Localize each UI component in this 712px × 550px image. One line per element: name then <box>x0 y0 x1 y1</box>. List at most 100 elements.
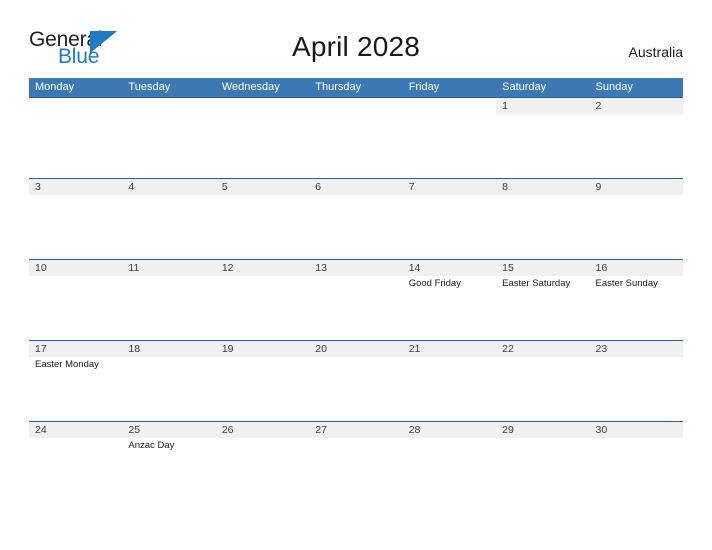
day-number: 21 <box>408 343 421 355</box>
day-number: 8 <box>502 181 508 193</box>
day-band <box>496 179 590 195</box>
day-cell[interactable]: 21 <box>402 341 497 421</box>
day-number: 16 <box>595 262 608 274</box>
day-band <box>215 179 310 195</box>
weekday-tuesday: Tuesday <box>128 81 171 93</box>
day-cell[interactable]: 22 <box>496 341 590 421</box>
day-band <box>29 98 122 114</box>
day-number: 19 <box>221 343 234 355</box>
day-cell[interactable]: 24 <box>29 422 123 502</box>
day-band <box>122 98 215 114</box>
day-number: 14 <box>408 262 421 274</box>
day-cell[interactable]: 12 <box>215 260 310 340</box>
day-cell[interactable]: 25 Anzac Day <box>122 422 216 502</box>
day-event: Easter Sunday <box>595 278 658 289</box>
day-cell[interactable]: 14 Good Friday <box>402 260 497 340</box>
day-band <box>589 179 683 195</box>
calendar-grid: Monday Tuesday Wednesday Thursday Friday… <box>29 78 683 502</box>
week-row: 17 Easter Monday 18 19 20 21 22 23 <box>29 340 683 421</box>
day-cell[interactable]: 17 Easter Monday <box>29 341 123 421</box>
day-cell[interactable]: 16 Easter Sunday <box>589 260 683 340</box>
day-cell[interactable]: 30 <box>589 422 683 502</box>
day-number: 1 <box>502 100 508 112</box>
week-row: 24 25 Anzac Day 26 27 28 29 30 <box>29 421 683 502</box>
day-band <box>403 98 496 114</box>
weekday-sunday: Sunday <box>595 81 633 93</box>
day-cell[interactable]: 23 <box>589 341 683 421</box>
day-event: Easter Monday <box>35 359 99 370</box>
day-number: 28 <box>408 424 421 436</box>
day-cell[interactable]: 19 <box>215 341 310 421</box>
day-number: 2 <box>595 100 602 112</box>
day-number: 29 <box>502 424 514 436</box>
day-number: 17 <box>35 343 47 355</box>
day-number: 20 <box>315 343 327 355</box>
weekday-wednesday: Wednesday <box>221 81 280 93</box>
day-band <box>496 98 590 114</box>
week-row: 3 4 5 6 7 8 9 <box>29 178 683 259</box>
weekday-monday: Monday <box>35 81 75 93</box>
day-band <box>309 98 402 114</box>
day-cell[interactable]: 13 <box>309 260 403 340</box>
week-row: 10 11 12 13 14 Good Friday 15 Easter Sat… <box>29 259 683 340</box>
weekday-saturday: Saturday <box>502 81 547 93</box>
day-number: 7 <box>408 181 415 193</box>
day-number: 15 <box>502 262 514 274</box>
day-cell[interactable]: 15 Easter Saturday <box>496 260 590 340</box>
day-cell[interactable]: 5 <box>215 179 310 259</box>
day-number: 25 <box>128 424 141 436</box>
day-band <box>589 98 683 114</box>
day-cell[interactable]: 6 <box>309 179 403 259</box>
day-cell[interactable]: 29 <box>496 422 590 502</box>
day-cell[interactable]: 7 <box>402 179 497 259</box>
day-cell[interactable]: 27 <box>309 422 403 502</box>
country-label: Australia <box>628 44 683 60</box>
page-header: General Blue April 2028 Australia <box>0 0 712 78</box>
day-cell[interactable]: 11 <box>122 260 216 340</box>
day-band <box>402 179 497 195</box>
day-band <box>309 179 403 195</box>
day-event: Anzac Day <box>128 440 175 451</box>
day-cell[interactable] <box>216 98 309 178</box>
day-number: 18 <box>128 343 141 355</box>
day-number: 13 <box>315 262 327 274</box>
day-band <box>29 179 123 195</box>
day-number: 9 <box>595 181 602 193</box>
day-number: 26 <box>221 424 234 436</box>
day-number: 5 <box>221 181 228 193</box>
day-number: 27 <box>315 424 327 436</box>
day-number: 4 <box>128 181 135 193</box>
calendar-page: General Blue April 2028 Australia Monday… <box>0 0 712 550</box>
day-cell[interactable]: 9 <box>589 179 683 259</box>
day-number: 10 <box>35 262 47 274</box>
day-cell[interactable]: 20 <box>309 341 403 421</box>
day-number: 12 <box>221 262 234 274</box>
day-cell[interactable]: 2 <box>589 98 683 178</box>
day-cell[interactable]: 18 <box>122 341 216 421</box>
day-cell[interactable]: 28 <box>402 422 497 502</box>
day-cell[interactable] <box>122 98 215 178</box>
day-event: Easter Saturday <box>502 278 571 289</box>
day-cell[interactable]: 3 <box>29 179 123 259</box>
day-cell[interactable]: 4 <box>122 179 216 259</box>
weekday-header-row: Monday Tuesday Wednesday Thursday Friday… <box>29 78 683 97</box>
day-cell[interactable]: 8 <box>496 179 590 259</box>
page-title: April 2028 <box>291 31 421 62</box>
day-band <box>216 98 309 114</box>
week-row: 1 2 <box>29 97 683 178</box>
day-number: 3 <box>35 181 41 193</box>
day-number: 11 <box>128 262 140 274</box>
day-number: 23 <box>595 343 608 355</box>
day-number: 22 <box>502 343 514 355</box>
day-band <box>122 179 216 195</box>
day-number: 30 <box>595 424 608 436</box>
day-number: 24 <box>35 424 47 436</box>
day-cell[interactable]: 1 <box>496 98 590 178</box>
day-number: 6 <box>315 181 322 193</box>
weekday-thursday: Thursday <box>315 81 362 93</box>
day-cell[interactable] <box>403 98 496 178</box>
day-cell[interactable] <box>309 98 402 178</box>
day-cell[interactable]: 10 <box>29 260 123 340</box>
day-cell[interactable] <box>29 98 122 178</box>
day-cell[interactable]: 26 <box>215 422 310 502</box>
